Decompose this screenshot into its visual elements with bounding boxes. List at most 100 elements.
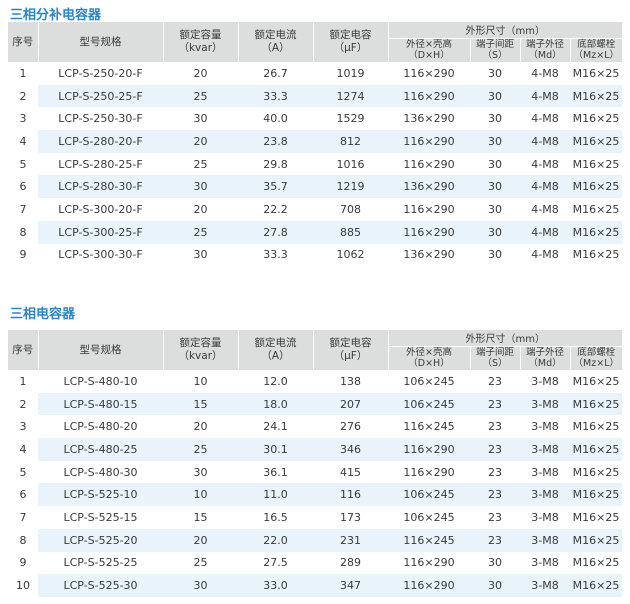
rated-capacity: 20 <box>193 420 208 434</box>
diameter-height: 116×290 <box>403 157 455 171</box>
model-code: LCP-S-525-10 <box>38 483 163 507</box>
bottom-bolt: M16×25 <box>570 175 623 199</box>
terminal-spacing: 23 <box>488 374 502 388</box>
rated-capacitance: 347 <box>313 574 388 597</box>
rated-current: 11.0 <box>238 483 313 507</box>
rated-capacity: 30 <box>163 175 238 199</box>
bottom-bolt: M16×25 <box>572 374 620 388</box>
header-index: 序号 <box>8 22 38 62</box>
model-code: LCP-S-280-30-F <box>38 175 163 199</box>
table-row: 5 LCP-S-280-25-F 25 29.8 1016 116×290 30 4-M8 M1… <box>8 153 622 176</box>
bottom-bolt: M16×25 <box>570 483 623 507</box>
terminal-spacing: 23 <box>470 438 520 461</box>
row-index: 2 <box>19 397 27 411</box>
rated-capacity: 15 <box>193 510 208 524</box>
diameter-height: 116×290 <box>388 130 470 153</box>
terminal-spacing: 30 <box>488 66 502 80</box>
rated-current: 40.0 <box>263 112 288 126</box>
row-index: 9 <box>19 248 27 262</box>
rated-capacitance: 1219 <box>313 175 388 199</box>
header-capacitance: 额定电容 （μF） <box>312 22 388 62</box>
terminal-spacing: 30 <box>470 130 520 153</box>
rated-capacitance: 885 <box>313 220 388 244</box>
model-code: LCP-S-300-20-F <box>58 202 143 216</box>
diameter-height: 136×290 <box>403 248 455 262</box>
rated-capacity: 20 <box>193 66 208 80</box>
terminal-diameter: 3-M8 <box>520 574 570 597</box>
rated-capacity: 25 <box>163 438 238 461</box>
rated-current: 16.5 <box>263 510 288 524</box>
model-code: LCP-S-300-30-F <box>58 248 143 262</box>
row-index: 4 <box>19 134 27 148</box>
rated-current: 12.0 <box>263 374 288 388</box>
model-code: LCP-S-525-30 <box>38 574 163 597</box>
header-capacity: 额定容量 （kvar） <box>162 330 238 370</box>
table-row: 2 LCP-S-250-25-F 25 33.3 1274 116×290 30 4-M8 M1… <box>8 84 623 108</box>
rated-capacitance: 276 <box>340 420 361 434</box>
bottom-bolt: M16×25 <box>572 157 620 171</box>
rated-capacitance: 415 <box>340 465 361 479</box>
model-code: LCP-S-480-25 <box>38 438 163 461</box>
header-current: 额定电流 （A） <box>237 330 313 370</box>
rated-capacitance: 346 <box>313 438 388 461</box>
terminal-spacing: 23 <box>488 420 502 434</box>
terminal-diameter: 3-M8 <box>531 374 559 388</box>
table-row: 1 LCP-S-480-10 10 12.0 138 106×245 23 3-M8 M16×2… <box>8 370 622 393</box>
terminal-spacing: 30 <box>488 202 502 216</box>
terminal-spacing: 30 <box>470 220 520 244</box>
header-diameter-height: 外径×壳高 （D×H） <box>387 37 470 62</box>
model-code: LCP-S-525-20 <box>38 528 163 552</box>
terminal-diameter: 3-M8 <box>520 483 570 507</box>
bottom-bolt: M16×25 <box>570 130 623 153</box>
rated-current: 35.7 <box>238 175 313 199</box>
row-index: 7 <box>19 510 27 524</box>
rated-capacitance: 116 <box>313 483 388 507</box>
diameter-height: 106×245 <box>403 510 455 524</box>
diameter-height: 106×245 <box>388 392 470 416</box>
diameter-height: 116×290 <box>388 220 470 244</box>
terminal-spacing: 23 <box>470 483 520 507</box>
rated-capacitance: 173 <box>340 510 361 524</box>
terminal-diameter: 4-M8 <box>531 248 559 262</box>
header-index: 序号 <box>8 330 38 370</box>
terminal-diameter: 4-M8 <box>520 220 570 244</box>
terminal-spacing: 30 <box>488 556 502 570</box>
rated-capacity: 20 <box>163 130 238 153</box>
terminal-spacing: 30 <box>470 175 520 199</box>
rated-capacity: 25 <box>193 157 208 171</box>
rated-capacitance: 812 <box>313 130 388 153</box>
rated-current: 24.1 <box>263 420 288 434</box>
table-row: 6 LCP-S-280-30-F 30 35.7 1219 136×290 30 4-M8 M1… <box>8 175 623 199</box>
rated-capacitance: 1019 <box>336 66 365 80</box>
terminal-spacing: 30 <box>488 157 502 171</box>
rated-capacity: 20 <box>163 528 238 552</box>
model-code: LCP-S-480-20 <box>63 420 138 434</box>
row-index: 8 <box>19 225 27 239</box>
rated-current: 33.0 <box>238 574 313 597</box>
model-code: LCP-S-525-15 <box>63 510 138 524</box>
section-title-three-phase: 三相电容器 <box>10 307 76 322</box>
rated-capacity: 15 <box>163 392 238 416</box>
terminal-diameter: 3-M8 <box>520 392 570 416</box>
model-code: LCP-S-280-25-F <box>58 157 143 171</box>
row-index: 4 <box>19 442 27 456</box>
row-index: 7 <box>19 202 27 216</box>
terminal-diameter: 3-M8 <box>520 528 570 552</box>
bottom-bolt: M16×25 <box>572 202 620 216</box>
rated-current: 33.3 <box>263 248 288 262</box>
terminal-diameter: 4-M8 <box>531 202 559 216</box>
terminal-spacing: 23 <box>488 465 502 479</box>
bottom-bolt: M16×25 <box>570 438 623 461</box>
terminal-diameter: 4-M8 <box>531 157 559 171</box>
terminal-spacing: 23 <box>470 528 520 552</box>
rated-capacitance: 1274 <box>313 84 388 108</box>
diameter-height: 116×245 <box>403 420 455 434</box>
rated-capacity: 25 <box>193 556 208 570</box>
rated-capacity: 10 <box>163 483 238 507</box>
diameter-height: 116×290 <box>403 556 455 570</box>
diameter-height: 116×290 <box>403 66 455 80</box>
rated-current: 27.5 <box>263 556 288 570</box>
rated-current: 30.1 <box>238 438 313 461</box>
row-index: 5 <box>19 157 27 171</box>
rated-current: 26.7 <box>263 66 288 80</box>
